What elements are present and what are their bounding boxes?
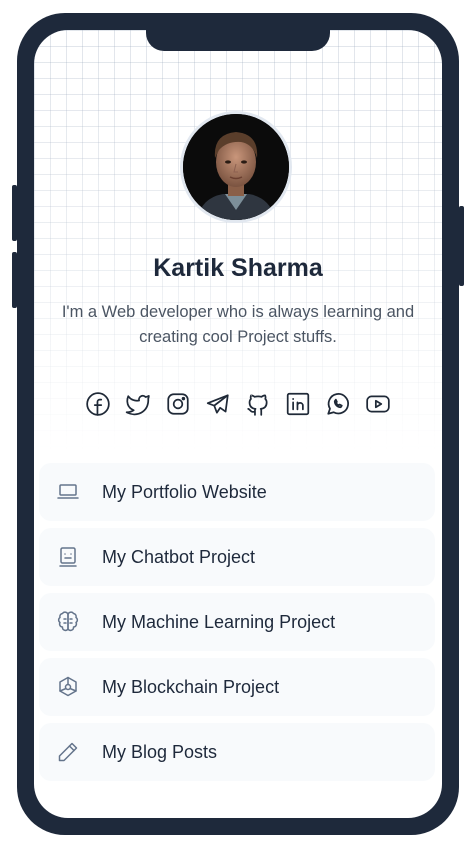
- facebook-icon: [86, 392, 110, 416]
- github-link[interactable]: [244, 390, 272, 418]
- blockchain-link[interactable]: My Blockchain Project: [39, 658, 435, 716]
- blog-link[interactable]: My Blog Posts: [39, 723, 435, 781]
- link-label: My Machine Learning Project: [102, 611, 336, 632]
- robot-icon: [56, 545, 80, 569]
- avatar: [180, 111, 292, 223]
- phone-notch: [146, 30, 330, 51]
- link-label: My Blog Posts: [102, 741, 218, 762]
- profile-name: Kartik Sharma: [153, 254, 323, 282]
- pencil-icon: [56, 740, 80, 764]
- social-links: [34, 390, 442, 418]
- instagram-icon: [167, 393, 189, 415]
- phone-screen: Kartik Sharma I'm a Web developer who is…: [34, 30, 442, 818]
- phone-frame: Kartik Sharma I'm a Web developer who is…: [17, 13, 459, 835]
- blockchain-icon: [56, 675, 80, 699]
- youtube-link[interactable]: [364, 390, 392, 418]
- portfolio-link[interactable]: My Portfolio Website: [39, 463, 435, 521]
- machine-learning-link[interactable]: My Machine Learning Project: [39, 593, 435, 651]
- laptop-icon: [56, 480, 80, 504]
- linkedin-link[interactable]: [284, 390, 312, 418]
- brain-icon: [56, 610, 80, 634]
- chatbot-link[interactable]: My Chatbot Project: [39, 528, 435, 586]
- twitter-link[interactable]: [124, 390, 152, 418]
- link-label: My Chatbot Project: [102, 546, 256, 567]
- power-button: [459, 206, 464, 286]
- grid-background: [34, 30, 442, 450]
- profile-bio: I'm a Web developer who is always learni…: [61, 303, 415, 346]
- facebook-link[interactable]: [84, 390, 112, 418]
- twitter-icon: [125, 394, 150, 416]
- project-links: My Portfolio Website My Chatbot Project …: [39, 463, 435, 788]
- telegram-icon: [206, 394, 229, 414]
- whatsapp-icon: [327, 393, 349, 415]
- whatsapp-link[interactable]: [324, 390, 352, 418]
- link-label: My Blockchain Project: [102, 676, 280, 697]
- github-icon: [247, 394, 268, 416]
- link-label: My Portfolio Website: [102, 481, 267, 502]
- instagram-link[interactable]: [164, 390, 192, 418]
- youtube-icon: [366, 395, 390, 413]
- linkedin-icon: [286, 392, 310, 416]
- telegram-link[interactable]: [204, 390, 232, 418]
